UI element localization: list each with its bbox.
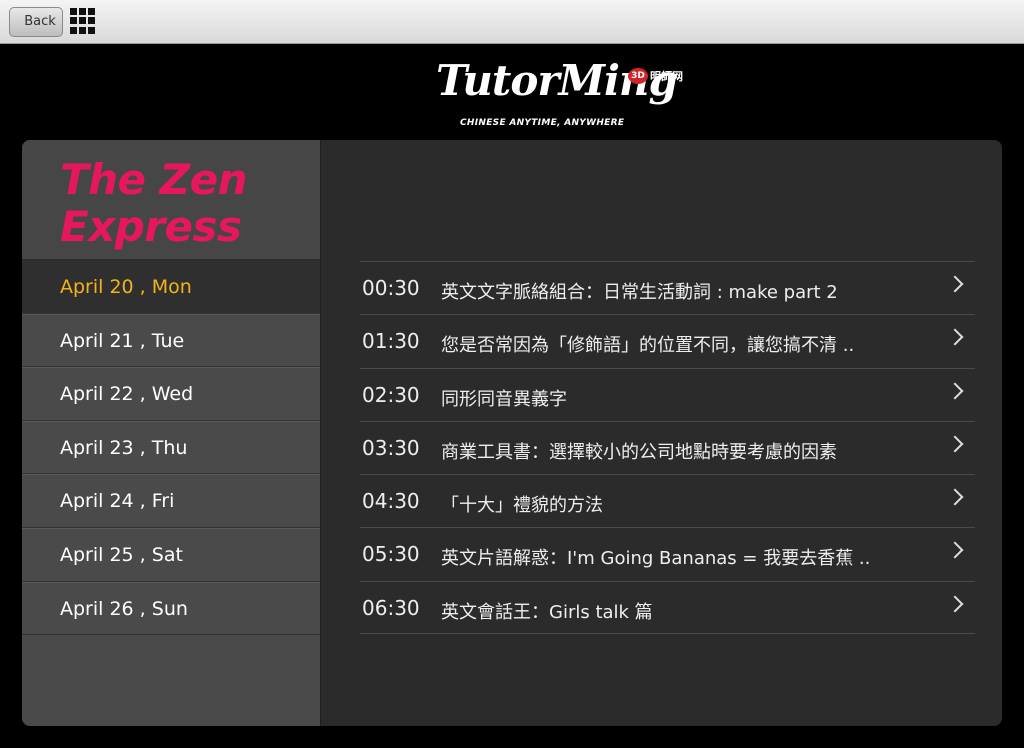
schedule-panel: The Zen Express April 20 , Mon April 21 ,… [22, 140, 1002, 726]
chevron-right-icon[interactable] [946, 328, 964, 346]
program-list: 00:30 英文文字脈絡組合：日常生活動詞 : make part 2 01:30 您… [360, 261, 975, 635]
program-title: 「十大」禮貌的方法 [441, 495, 603, 517]
program-row[interactable]: 05:30 英文片語解惑：I'm Going Bananas = 我要去香蕉 .. [360, 527, 975, 580]
program-row[interactable]: 06:30 英文會話王：Girls talk 篇 [360, 580, 975, 635]
chevron-right-icon[interactable] [946, 595, 964, 613]
show-title-line1: The Zen [60, 155, 248, 204]
date-item[interactable]: April 25 , Sat [22, 527, 320, 582]
date-item[interactable]: April 22 , Wed [22, 367, 320, 421]
top-toolbar: Back [0, 0, 1024, 44]
grid-menu-icon[interactable] [70, 8, 96, 34]
chevron-right-icon[interactable] [946, 488, 964, 506]
chevron-right-icon[interactable] [946, 435, 964, 453]
date-list: April 20 , Mon April 21 , Tue April 22 , W… [22, 260, 320, 636]
back-button-label: Back [24, 14, 56, 29]
program-title: 商業工具書：選擇較小的公司地點時要考慮的因素 [441, 441, 837, 463]
program-title: 您是否常因為「修飾語」的位置不同，讓您搞不清 .. [441, 335, 855, 357]
show-header: The Zen Express [22, 140, 320, 260]
program-time: 03:30 [362, 435, 420, 460]
program-row[interactable]: 04:30 「十大」禮貌的方法 [360, 474, 975, 527]
chevron-right-icon[interactable] [946, 382, 964, 400]
chevron-right-icon[interactable] [946, 541, 964, 559]
tutorming-logo: TutorMing CHINESE ANYTIME, ANYWHERE 3D 明… [430, 50, 700, 134]
date-item[interactable]: April 23 , Thu [22, 420, 320, 475]
show-title-line2: Express [60, 202, 242, 251]
program-row[interactable]: 00:30 英文文字脈絡組合：日常生活動詞 : make part 2 [360, 261, 975, 314]
date-item[interactable]: April 24 , Fri [22, 474, 320, 528]
program-title: 英文文字脈絡組合：日常生活動詞 : make part 2 [441, 282, 838, 303]
date-sidebar: The Zen Express April 20 , Mon April 21 ,… [22, 140, 321, 726]
program-time: 00:30 [362, 276, 420, 300]
program-time: 02:30 [362, 382, 420, 407]
program-title: 英文會話王：Girls talk 篇 [441, 601, 653, 623]
program-time: 05:30 [362, 542, 420, 567]
program-time: 04:30 [362, 489, 420, 514]
program-title: 英文片語解惑：I'm Going Bananas = 我要去香蕉 .. [441, 548, 871, 570]
logo-chinese-name: 明師网 [650, 70, 683, 83]
program-time: 01:30 [362, 329, 420, 354]
program-row[interactable]: 03:30 商業工具書：選擇較小的公司地點時要考慮的因素 [360, 420, 975, 474]
date-item[interactable]: April 20 , Mon [22, 260, 320, 314]
program-row[interactable]: 01:30 您是否常因為「修飾語」的位置不同，讓您搞不清 .. [360, 314, 975, 367]
back-button[interactable]: Back [9, 7, 63, 37]
date-item[interactable]: April 26 , Sun [22, 581, 320, 636]
logo-3d-badge: 3D [628, 68, 648, 84]
chevron-right-icon[interactable] [946, 275, 964, 293]
logo-tagline: CHINESE ANYTIME, ANYWHERE [460, 118, 625, 128]
program-time: 06:30 [362, 595, 420, 620]
program-row[interactable]: 02:30 同形同音異義字 [360, 367, 975, 421]
program-title: 同形同音異義字 [441, 388, 567, 410]
date-item[interactable]: April 21 , Tue [22, 313, 320, 368]
